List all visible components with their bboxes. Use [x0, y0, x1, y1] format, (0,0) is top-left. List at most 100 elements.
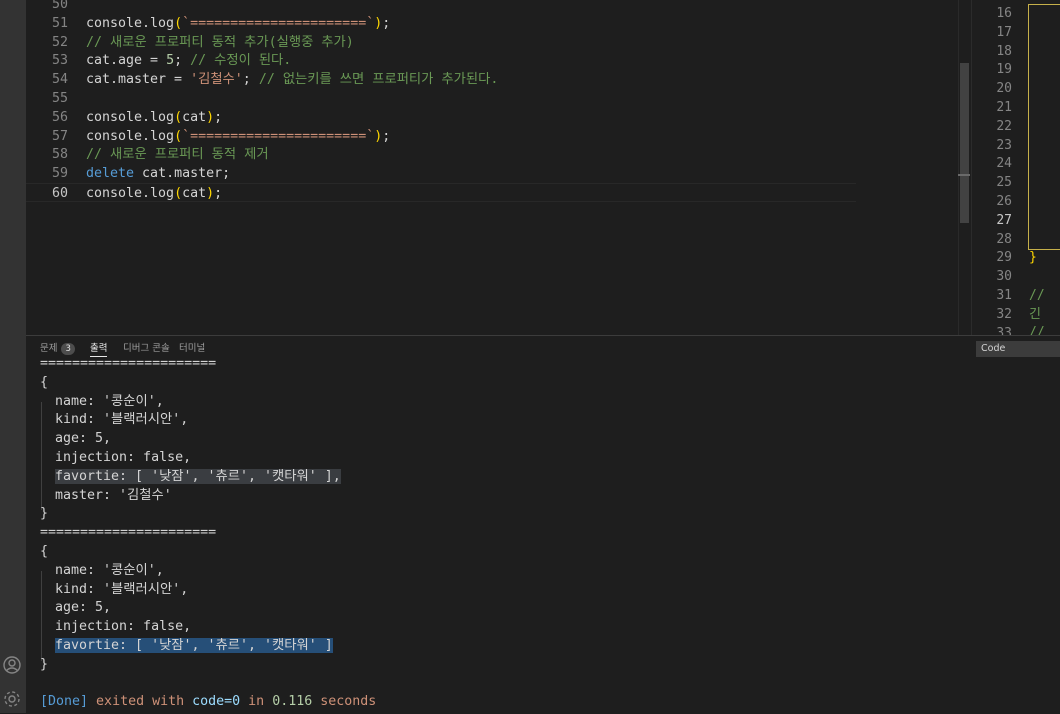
side-line-number: 33 — [996, 325, 1012, 335]
output-line: kind: '블랙러시안', — [40, 580, 940, 599]
code-text: delete cat.master; — [86, 164, 230, 183]
code-token: cat — [182, 109, 207, 125]
code-token: ; — [382, 128, 391, 144]
code-token: ; — [214, 109, 223, 125]
output-line-text: age: 5, — [55, 431, 112, 447]
editor-scrollbar-thumb[interactable] — [960, 63, 969, 223]
code-token: '김철수' — [190, 72, 243, 88]
side-line: 27 — [972, 211, 1060, 230]
output-line-text: name: '콩순이', — [55, 393, 164, 409]
code-line[interactable]: 60 console.log(cat); — [26, 183, 856, 202]
run-status-line: [Done] exited with code=0 in 0.116 secon… — [40, 692, 940, 711]
gear-icon[interactable] — [1, 688, 23, 710]
side-line: 31 — [972, 286, 1060, 305]
code-line[interactable]: 50 — [26, 0, 856, 14]
code-editor[interactable]: 50 51 console.log(`======================`… — [26, 0, 970, 335]
code-line[interactable]: 55 — [26, 89, 856, 108]
side-line-number: 25 — [996, 175, 1012, 191]
side-line: 22 — [972, 117, 1060, 136]
run-status-tag: [Done] — [40, 694, 89, 710]
code-token: delete — [86, 166, 135, 182]
output-line-text: kind: '블랙러시안', — [55, 581, 189, 597]
run-status-text3: seconds — [312, 694, 377, 710]
code-line[interactable]: 51 console.log(`======================`); — [26, 14, 856, 33]
code-text: // 새로운 프로퍼티 동적 추가(실행중 추가) — [86, 33, 354, 52]
output-line-text: injection: false, — [55, 619, 192, 635]
side-line: 16 — [972, 4, 1060, 23]
code-line[interactable]: 57 console.log(`======================`); — [26, 127, 856, 146]
side-line-number: 30 — [996, 269, 1012, 285]
tab-problems-label: 문제 — [40, 343, 58, 354]
code-text: console.log(cat); — [86, 184, 222, 203]
code-token: cat.master; — [134, 166, 231, 182]
code-line[interactable]: 59 delete cat.master; — [26, 164, 856, 183]
side-line-number: 29 — [996, 250, 1012, 266]
line-number: 57 — [51, 128, 68, 144]
side-line: 28 — [972, 230, 1060, 249]
code-text: cat.age = 5; // 수정이 된다. — [86, 51, 291, 70]
side-line-number: 19 — [996, 62, 1012, 78]
code-token: ( — [174, 128, 183, 144]
code-token: 5 — [166, 53, 175, 69]
code-text: console.log(`======================`); — [86, 127, 390, 146]
side-line-number: 27 — [996, 212, 1012, 228]
side-line: 20 — [972, 79, 1060, 98]
code-line[interactable]: 56 console.log(cat); — [26, 108, 856, 127]
code-line[interactable]: 54 cat.master = '김철수'; // 없는키를 쓰면 프로퍼티가 추… — [26, 70, 856, 89]
run-status-time: 0.116 — [272, 694, 313, 710]
code-token: console.log — [86, 186, 175, 201]
output-line-text: ====================== — [40, 525, 217, 541]
output-line: injection: false, — [40, 448, 940, 467]
side-line-number: 16 — [996, 6, 1012, 21]
scrollbar-cursor-marker — [958, 174, 970, 176]
side-line-number: 18 — [996, 43, 1012, 59]
code-token: console.log — [86, 15, 175, 31]
line-number: 51 — [51, 15, 68, 31]
output-line: age: 5, — [40, 598, 940, 617]
side-line: 29 — [972, 248, 1060, 267]
account-icon[interactable] — [1, 654, 23, 676]
side-line: 25 — [972, 173, 1060, 192]
side-line: 18 — [972, 42, 1060, 61]
output-line-text: master: '김철수' — [55, 487, 172, 503]
output-channel-select[interactable]: Code — [976, 341, 1060, 357]
code-token: cat.age = — [86, 53, 167, 69]
code-token: // 새로운 프로퍼티 동적 제거 — [86, 147, 269, 163]
code-token: `======================` — [182, 128, 375, 144]
code-token: ; — [174, 53, 191, 69]
output-line: favortie: [ '낮잠', '츄르', '캣타워' ] — [40, 636, 940, 655]
output-line: } — [40, 504, 940, 523]
line-number: 59 — [51, 166, 68, 182]
code-token: cat — [182, 186, 207, 201]
side-line-number: 20 — [996, 81, 1012, 97]
output-line-text: favortie: [ '낮잠', '츄르', '캣타워' ] — [55, 638, 333, 653]
code-token: // 수정이 된다. — [190, 53, 292, 69]
line-number: 54 — [51, 72, 68, 88]
code-token: ) — [206, 109, 215, 125]
code-token: cat.master = — [86, 72, 191, 88]
code-line[interactable]: 53 cat.age = 5; // 수정이 된다. — [26, 51, 856, 70]
output-line: kind: '블랙러시안', — [40, 410, 940, 429]
side-line: 21 — [972, 98, 1060, 117]
side-line-number: 21 — [996, 100, 1012, 115]
tab-output-label: 출력 — [90, 343, 108, 354]
bottom-panel: 문제 3 출력 디버그 콘솔 터미널 Code =================… — [26, 335, 1060, 714]
line-number: 55 — [51, 91, 68, 106]
run-status-code: code=0 — [192, 694, 241, 710]
side-line: 19 — [972, 60, 1060, 79]
line-number: 58 — [51, 147, 68, 163]
side-line: 17 — [972, 23, 1060, 42]
side-line-number: 23 — [996, 137, 1012, 153]
output-line-text: } — [40, 656, 49, 672]
line-number: 50 — [51, 0, 68, 12]
side-line-number: 31 — [996, 288, 1012, 303]
code-line[interactable]: 52 // 새로운 프로퍼티 동적 추가(실행중 추가) — [26, 33, 856, 52]
output-line-text: name: '콩순이', — [55, 562, 164, 578]
code-text: console.log(`======================`); — [86, 14, 390, 33]
code-token: ( — [174, 15, 183, 31]
side-editor-group[interactable]: } // 긴 // 도 1617181920212223242526272829… — [971, 0, 1060, 335]
output-line-text: ====================== — [40, 356, 217, 371]
code-line[interactable]: 58 // 새로운 프로퍼티 동적 제거 — [26, 145, 856, 164]
tab-debug-console-label: 디버그 콘솔 — [123, 343, 170, 354]
